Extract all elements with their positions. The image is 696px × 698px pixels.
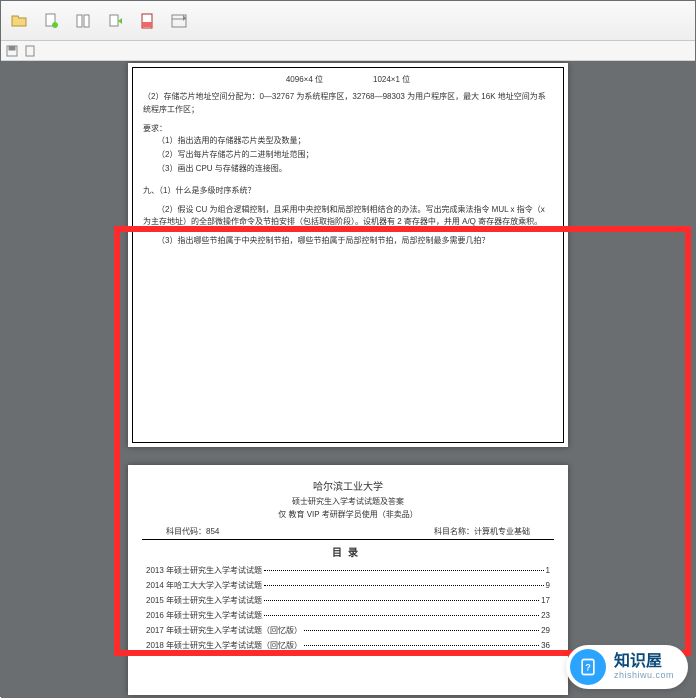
toc-row: 2014 年哈工大大学入学考试试题9 [142,578,554,593]
watermark-url: zhishiwu.com [614,671,674,681]
watermark-logo-icon: ? [570,649,606,685]
req-item-3: （3）画出 CPU 与存储器的连接图。 [143,162,553,176]
doc-title-line2: 硕士研究生入学考试试题及答案 [142,496,554,509]
page-2-content: 哈尔滨工业大学 硕士研究生入学考试试题及答案 仅 教育 VIP 考研群学员使用（… [132,469,564,691]
export-icon[interactable] [103,9,127,33]
subject-code: 科目代码：854 [166,526,219,537]
pdf-icon[interactable] [135,9,159,33]
question-9-3: （3）指出哪些节拍属于中央控制节拍，哪些节拍属于局部控制节拍，局部控制最多需要几… [143,235,553,248]
req-item-1: （1）指出选用的存储器芯片类型及数量； [143,134,553,148]
toc-row: 2017 年硕士研究生入学考试试题（回忆版）29 [142,623,554,638]
new-icon[interactable] [39,9,63,33]
doc-title-line3: 仅 教育 VIP 考研群学员使用（非卖品） [142,509,554,522]
open-icon[interactable] [7,9,31,33]
toc-row: 2013 年硕士研究生入学考试试题1 [142,563,554,578]
subject-name: 科目名称：计算机专业基础 [434,526,530,537]
sub-toolbar [1,41,695,61]
save-icon[interactable] [5,44,19,58]
document-viewer: 4096×4 位 1024×1 位 （2）存储芯片地址空间分配为：0—32767… [1,61,695,698]
main-toolbar [1,1,695,41]
university-name: 哈尔滨工业大学 [142,480,554,496]
compare-icon[interactable] [71,9,95,33]
bookmark-icon[interactable] [23,44,37,58]
question-9-1: 九、（1）什么是多级时序系统？ [143,185,553,198]
page-1: 4096×4 位 1024×1 位 （2）存储芯片地址空间分配为：0—32767… [128,63,568,447]
page-1-content: 4096×4 位 1024×1 位 （2）存储芯片地址空间分配为：0—32767… [132,67,564,443]
question-9-2: （2）假设 CU 为组合逻辑控制，且采用中央控制和局部控制相结合的办法。写出完成… [143,204,553,230]
layout-icon[interactable] [167,9,191,33]
chip-size-b: 1024×1 位 [373,74,410,85]
page-2: 哈尔滨工业大学 硕士研究生入学考试试题及答案 仅 教育 VIP 考研群学员使用（… [128,465,568,695]
paragraph-address-space: （2）存储芯片地址空间分配为：0—32767 为系统程序区，32768—9830… [143,91,553,117]
chip-size-a: 4096×4 位 [286,74,323,85]
toc-row: 2016 年硕士研究生入学考试试题23 [142,608,554,623]
requirements-label: 要求： [143,123,553,134]
site-watermark: ? 知识屋 zhishiwu.com [566,645,688,689]
toc-row: 2018 年硕士研究生入学考试试题（回忆版）36 [142,638,554,653]
toc-row: 2015 年硕士研究生入学考试试题17 [142,593,554,608]
toc-heading: 目录 [142,544,554,559]
req-item-2: （2）写出每片存储芯片的二进制地址范围； [143,148,553,162]
svg-text:?: ? [585,662,591,672]
toc-list: 2013 年硕士研究生入学考试试题1 2014 年哈工大大学入学考试试题9 20… [142,563,554,653]
watermark-title: 知识屋 [614,653,674,671]
